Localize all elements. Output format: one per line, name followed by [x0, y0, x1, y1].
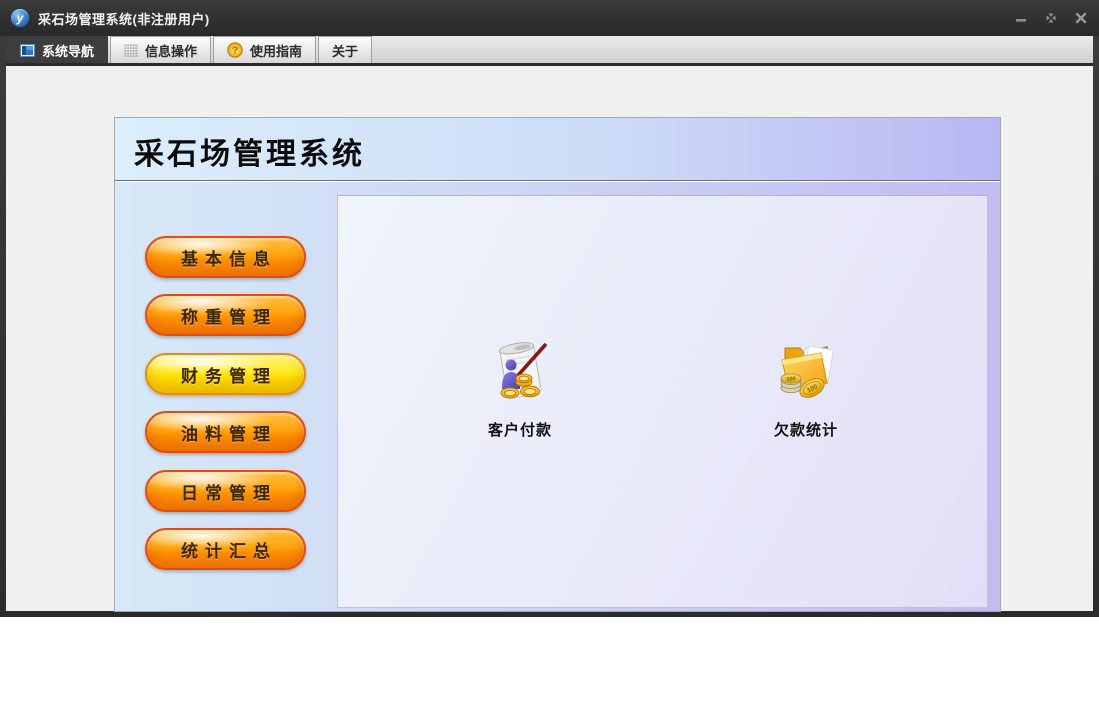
tab-system-navigation[interactable]: 系统导航 — [6, 36, 109, 63]
title-bar[interactable]: y 采石场管理系统(非注册用户) — [0, 0, 1099, 36]
app-window: y 采石场管理系统(非注册用户) 系统导航 信息操作 ? 使用指南 关于 采石场… — [0, 0, 1099, 617]
workspace: 采石场管理系统 基本信息 称重管理 财务管理 油料管理 日常管理 统计汇总 客户… — [6, 66, 1093, 612]
icon-label: 欠款统计 — [773, 422, 838, 439]
app-logo-glyph: y — [16, 11, 24, 25]
sidebar-item-label: 称重管理 — [181, 307, 277, 327]
sidebar-item-daily[interactable]: 日常管理 — [145, 470, 306, 512]
sidebar-item-label: 日常管理 — [181, 483, 277, 503]
tab-about[interactable]: 关于 — [318, 36, 373, 63]
sidebar-item-weighing[interactable]: 称重管理 — [145, 294, 306, 336]
app-logo-icon: y — [11, 9, 29, 27]
panel-body: 基本信息 称重管理 财务管理 油料管理 日常管理 统计汇总 客户付款 100 1… — [115, 182, 1000, 611]
close-icon — [1075, 12, 1087, 24]
close-button[interactable] — [1071, 8, 1091, 28]
sidebar-item-statistics[interactable]: 统计汇总 — [145, 528, 306, 570]
sidebar-item-basic-info[interactable]: 基本信息 — [145, 236, 306, 278]
tab-information-operations[interactable]: 信息操作 — [110, 36, 212, 63]
help-coin-icon: ? — [227, 42, 243, 58]
grid-icon — [124, 44, 138, 57]
minimize-icon — [1016, 19, 1026, 22]
coin-100-text: 100 — [786, 376, 796, 383]
navigation-monitor-icon — [20, 43, 35, 57]
sidebar-item-label: 基本信息 — [181, 249, 277, 269]
window-controls — [1011, 0, 1091, 36]
icon-item-debt-statistics[interactable]: 100 100 欠款统计 — [736, 336, 876, 440]
debt-statistics-icon: 100 100 — [780, 345, 834, 398]
main-panel: 采石场管理系统 基本信息 称重管理 财务管理 油料管理 日常管理 统计汇总 客户… — [114, 117, 1001, 612]
screenshot-canvas: y 采石场管理系统(非注册用户) 系统导航 信息操作 ? 使用指南 关于 采石场… — [0, 0, 1099, 723]
sidebar-item-label: 财务管理 — [181, 366, 277, 386]
tab-bar: 系统导航 信息操作 ? 使用指南 关于 — [6, 36, 1093, 63]
tab-label: 系统导航 — [42, 43, 95, 59]
customer-payment-icon — [498, 342, 548, 399]
tab-user-guide[interactable]: ? 使用指南 — [213, 36, 317, 63]
icon-item-customer-payment[interactable]: 客户付款 — [450, 336, 590, 440]
help-question-glyph: ? — [232, 46, 238, 57]
panel-header: 采石场管理系统 — [115, 118, 1000, 181]
sidebar-item-label: 统计汇总 — [181, 541, 277, 561]
sidebar-item-finance[interactable]: 财务管理 — [145, 353, 306, 395]
tab-label: 关于 — [332, 43, 359, 59]
page-title: 采石场管理系统 — [134, 138, 365, 171]
content-panel: 客户付款 100 100 欠款统计 — [337, 195, 988, 608]
client-area: 系统导航 信息操作 ? 使用指南 关于 采石场管理系统 基本信息 称重管理 财务… — [6, 36, 1093, 612]
restore-icon — [1046, 13, 1056, 23]
icon-label: 客户付款 — [487, 422, 552, 439]
sidebar-item-label: 油料管理 — [181, 424, 277, 444]
tab-label: 信息操作 — [145, 43, 198, 59]
window-title: 采石场管理系统(非注册用户) — [38, 11, 210, 27]
sidebar-item-fuel[interactable]: 油料管理 — [145, 411, 306, 453]
tab-label: 使用指南 — [250, 43, 303, 59]
background-below-window — [0, 617, 1099, 723]
restore-button[interactable] — [1041, 8, 1061, 28]
minimize-button[interactable] — [1011, 8, 1031, 28]
